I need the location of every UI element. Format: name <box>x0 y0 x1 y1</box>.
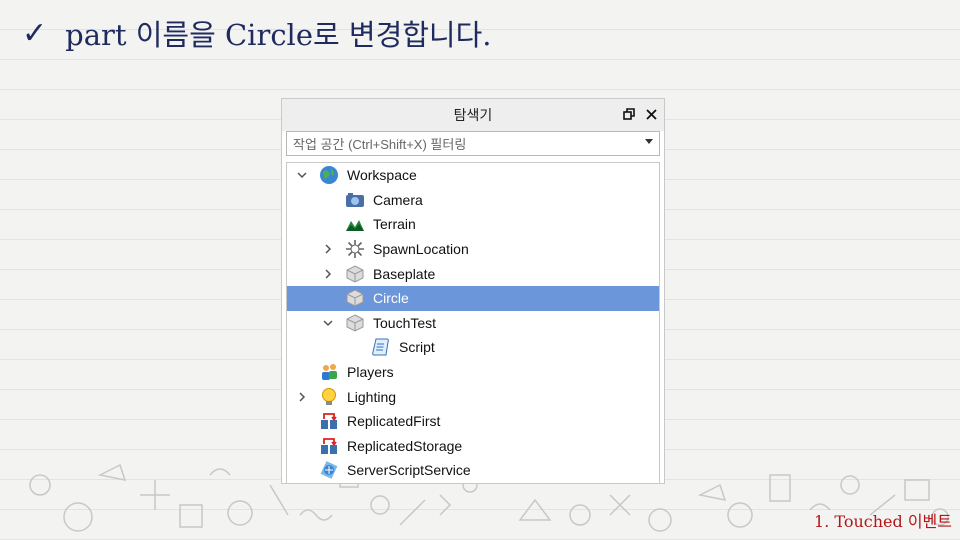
explorer-title: 탐색기 <box>453 108 493 124</box>
restore-window-icon[interactable] <box>622 107 636 121</box>
tree-item-label: Circle <box>373 290 409 307</box>
explorer-header: 탐색기 <box>282 99 664 131</box>
chevron-right-icon[interactable] <box>295 390 309 404</box>
chevron-down-icon[interactable] <box>645 139 653 144</box>
replicated-icon <box>319 436 339 456</box>
slide-title: ✓ part 이름을 Circle로 변경합니다. <box>22 8 492 58</box>
terrain-icon <box>345 214 365 234</box>
chevron-down-icon[interactable] <box>295 168 309 182</box>
tree-item-label: Camera <box>373 191 423 208</box>
tree-item-replicatedstorage[interactable]: ReplicatedStorage <box>287 434 659 459</box>
tree-item-lighting[interactable]: Lighting <box>287 384 659 409</box>
filter-placeholder: 작업 공간 (Ctrl+Shift+X) 필터링 <box>293 137 467 152</box>
tree-item-camera[interactable]: Camera <box>287 188 659 213</box>
script-icon <box>371 337 391 357</box>
chevron-right-icon[interactable] <box>321 267 335 281</box>
tree-item-label: Players <box>347 364 394 381</box>
close-icon[interactable] <box>644 107 658 121</box>
camera-icon <box>345 190 365 210</box>
tree-item-players[interactable]: Players <box>287 360 659 385</box>
tree-item-baseplate[interactable]: Baseplate <box>287 261 659 286</box>
tree-item-serverscriptservice[interactable]: ServerScriptService <box>287 458 659 483</box>
tree-item-label: SpawnLocation <box>373 241 469 258</box>
tree-item-terrain[interactable]: Terrain <box>287 212 659 237</box>
tree-item-script[interactable]: Script <box>287 335 659 360</box>
tree-item-replicatedfirst[interactable]: ReplicatedFirst <box>287 409 659 434</box>
lightbulb-icon <box>319 387 339 407</box>
slide-title-text: part 이름을 Circle로 변경합니다. <box>65 18 492 52</box>
tree-item-circle[interactable]: Circle <box>287 285 659 311</box>
chevron-right-icon[interactable] <box>321 242 335 256</box>
explorer-panel: 탐색기 작업 공간 (Ctrl+Shift+X) 필터링 Workspace Ca… <box>281 98 665 484</box>
part-icon <box>345 288 365 308</box>
players-icon <box>319 362 339 382</box>
tree-item-spawnlocation[interactable]: SpawnLocation <box>287 237 659 262</box>
server-script-icon <box>319 460 339 480</box>
tree-item-label: ReplicatedStorage <box>347 437 463 454</box>
part-icon <box>345 264 365 284</box>
explorer-filter-input[interactable]: 작업 공간 (Ctrl+Shift+X) 필터링 <box>286 131 660 156</box>
tree-item-label: ServerScriptService <box>347 462 471 479</box>
tree-item-label: Script <box>399 339 435 356</box>
checkmark-icon: ✓ <box>22 15 48 51</box>
part-icon <box>345 313 365 333</box>
tree-item-label: Baseplate <box>373 265 436 282</box>
replicated-icon <box>319 411 339 431</box>
tree-item-label: Terrain <box>373 216 416 233</box>
tree-item-label: Lighting <box>347 388 397 405</box>
chevron-down-icon[interactable] <box>321 316 335 330</box>
tree-item-workspace[interactable]: Workspace <box>287 163 659 188</box>
explorer-tree: Workspace Camera Terrain SpawnLocation Basep… <box>286 162 660 483</box>
slide-footer: 1. Touched 이벤트 <box>814 512 952 531</box>
tree-item-label: Workspace <box>347 167 417 184</box>
globe-icon <box>319 165 339 185</box>
tree-item-label: ReplicatedFirst <box>347 413 441 430</box>
tree-item-label: TouchTest <box>373 314 437 331</box>
tree-item-touchtest[interactable]: TouchTest <box>287 311 659 336</box>
spawn-icon <box>345 239 365 259</box>
